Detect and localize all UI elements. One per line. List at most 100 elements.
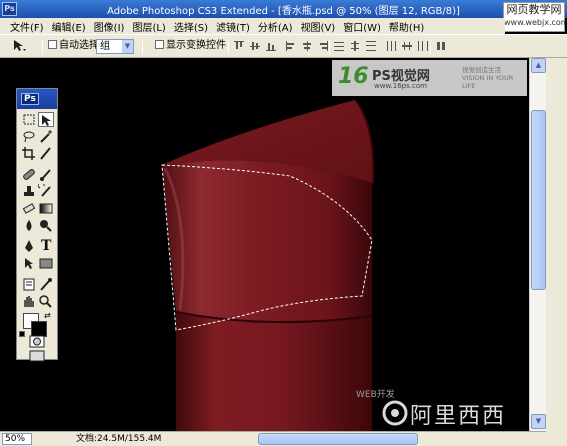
menu-bar: 文件(F) 编辑(E) 图像(I) 图层(L) 选择(S) 滤镜(T) 分析(A… <box>0 18 505 34</box>
options-separator <box>42 40 43 54</box>
distribute-bottom-edges-icon[interactable] <box>366 41 376 51</box>
options-separator <box>228 40 229 54</box>
brush-tool[interactable] <box>38 167 54 182</box>
document-size-info[interactable]: 文档:24.5M/155.4M <box>76 433 161 445</box>
menu-filter[interactable]: 滤镜(T) <box>216 19 250 34</box>
align-vertical-centers-icon[interactable] <box>250 41 260 51</box>
move-tool-preset-icon[interactable] <box>12 39 26 53</box>
title-bar: Ps Adobe Photoshop CS3 Extended - [香水瓶.p… <box>0 0 567 18</box>
brand-logo-icon <box>382 400 408 426</box>
options-separator <box>430 40 431 54</box>
hand-tool[interactable] <box>21 294 37 309</box>
path-selection-icon <box>25 258 33 269</box>
ps-badge: Ps <box>21 93 39 105</box>
menu-analysis[interactable]: 分析(A) <box>258 19 293 34</box>
auto-align-layers-icon[interactable] <box>436 41 446 51</box>
move-tool[interactable] <box>38 112 54 127</box>
zoom-tool[interactable] <box>38 294 54 309</box>
tools-header[interactable]: Ps <box>17 89 57 109</box>
dodge-icon <box>40 220 52 232</box>
menu-select[interactable]: 选择(S) <box>174 19 208 34</box>
droplet-icon <box>26 220 32 231</box>
menu-view[interactable]: 视图(V) <box>301 19 336 34</box>
vertical-scrollbar[interactable]: ▲ ▼ <box>529 58 546 431</box>
distribute-vertical-centers-icon[interactable] <box>350 41 360 51</box>
site-watermark: 网页教学网 www.webjx.com <box>503 2 567 32</box>
perfume-bottle-artwork <box>161 100 375 431</box>
ps-vision-logo: 16 PS视觉网 www.16ps.com 视觉创造生活 VISION IN Y… <box>332 60 527 96</box>
stamp-icon <box>24 186 34 196</box>
options-separator <box>329 40 330 54</box>
menu-image[interactable]: 图像(I) <box>94 19 125 34</box>
history-brush-icon <box>37 181 51 197</box>
hand-icon <box>24 296 34 307</box>
marquee-icon <box>23 114 35 125</box>
vertical-scroll-thumb[interactable] <box>531 110 546 290</box>
swap-colors-icon[interactable]: ⇄ <box>44 311 51 320</box>
menu-edit[interactable]: 编辑(E) <box>52 19 86 34</box>
logo-mark: 16 <box>338 64 369 89</box>
magnifier-icon <box>39 295 52 308</box>
clone-stamp-tool[interactable] <box>21 184 37 199</box>
menu-help[interactable]: 帮助(H) <box>389 19 424 34</box>
align-top-edges-icon[interactable] <box>234 41 244 51</box>
brand-text: 阿里西西 <box>410 404 507 429</box>
move-icon <box>42 115 51 126</box>
slice-icon <box>40 147 51 160</box>
dodge-tool[interactable] <box>38 218 54 233</box>
screen-mode[interactable] <box>29 349 45 364</box>
horizontal-scroll-thumb[interactable] <box>258 433 418 445</box>
rectangle-icon <box>39 258 53 269</box>
auto-select-checkbox[interactable]: 自动选择: <box>48 39 102 53</box>
magic-wand-tool[interactable] <box>38 129 54 144</box>
eraser-tool[interactable] <box>21 201 37 216</box>
distribute-right-edges-icon[interactable] <box>418 41 428 51</box>
blur-tool[interactable] <box>21 218 37 233</box>
align-bottom-edges-icon[interactable] <box>266 41 276 51</box>
align-right-edges-icon[interactable] <box>318 41 328 51</box>
show-transform-checkbox[interactable]: 显示变换控件 <box>155 39 226 53</box>
align-horizontal-centers-icon[interactable] <box>302 41 312 51</box>
watermark-line-1: 网页教学网 <box>506 3 562 16</box>
menu-window[interactable]: 窗口(W) <box>343 19 381 34</box>
history-brush-tool[interactable] <box>37 181 54 199</box>
options-separator <box>142 40 143 54</box>
menu-file[interactable]: 文件(F) <box>10 19 44 34</box>
distribute-top-edges-icon[interactable] <box>334 41 344 51</box>
screen-mode-icon <box>29 350 45 362</box>
window-title: Adobe Photoshop CS3 Extended - [香水瓶.psd … <box>107 6 460 17</box>
pen-tool[interactable] <box>21 239 37 254</box>
logo-tagline: 视觉创造生活 VISION IN YOUR LIFE <box>462 66 514 90</box>
gradient-tool[interactable] <box>38 201 54 216</box>
auto-select-dropdown[interactable]: 组 ▼ <box>96 39 134 54</box>
zoom-level-field[interactable]: 50% <box>2 433 32 445</box>
chevron-down-icon: ▼ <box>122 40 133 53</box>
note-icon <box>23 278 35 291</box>
watermark-line-2: www.webjx.com <box>504 18 567 27</box>
slice-tool[interactable] <box>38 146 54 161</box>
distribute-horizontal-centers-icon[interactable] <box>402 41 412 51</box>
checkbox-box[interactable] <box>48 40 57 49</box>
options-bar: 自动选择: 组 ▼ 显示变换控件 <box>0 34 567 58</box>
checkbox-box[interactable] <box>155 40 164 49</box>
document-canvas[interactable] <box>0 58 529 431</box>
eyedropper-tool[interactable] <box>38 277 54 292</box>
healing-brush-tool[interactable] <box>21 167 37 182</box>
type-icon: T <box>41 238 52 254</box>
brand-small-text: WEB开发 <box>356 390 395 400</box>
default-colors-icon[interactable] <box>19 331 25 337</box>
lasso-tool[interactable] <box>21 129 37 144</box>
path-selection-tool[interactable] <box>21 256 37 271</box>
bandage-icon <box>23 169 35 180</box>
quick-mask-mode[interactable] <box>29 334 45 349</box>
marquee-tool[interactable] <box>21 112 37 127</box>
distribute-left-edges-icon[interactable] <box>386 41 396 51</box>
crop-tool[interactable] <box>21 146 37 161</box>
notes-tool[interactable] <box>21 277 37 292</box>
type-tool[interactable]: T <box>38 238 54 254</box>
scroll-up-icon[interactable]: ▲ <box>531 58 546 73</box>
align-left-edges-icon[interactable] <box>286 41 296 51</box>
lasso-icon <box>23 131 35 143</box>
menu-layer[interactable]: 图层(L) <box>132 19 165 34</box>
rectangle-tool[interactable] <box>38 256 54 271</box>
